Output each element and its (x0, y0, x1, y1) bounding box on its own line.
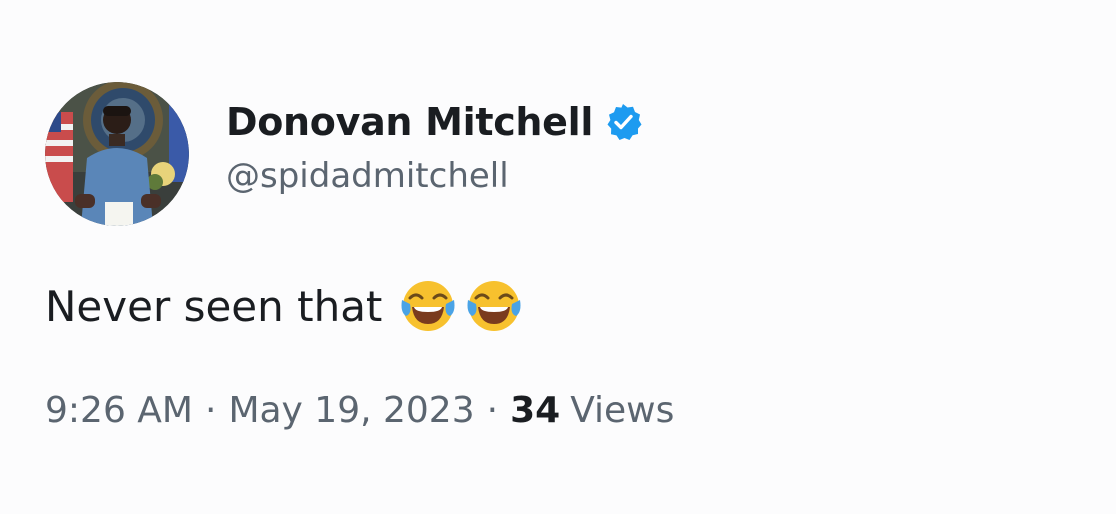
avatar[interactable] (45, 82, 189, 226)
tweet-date[interactable]: May 19, 2023 (228, 390, 474, 431)
user-handle[interactable]: @spidadmitchell (226, 156, 509, 196)
tweet-meta: 9:26 AM · May 19, 2023 · 34 Views (45, 390, 674, 431)
meta-separator: · (204, 390, 217, 431)
face-with-tears-of-joy-icon (398, 276, 458, 336)
tweet-card: Donovan Mitchell @spidadmitchell Never s… (0, 0, 1116, 514)
verified-badge-icon (603, 102, 643, 142)
author-name-row: Donovan Mitchell (226, 96, 643, 148)
views-label: Views (570, 390, 675, 431)
views-count: 34 (510, 390, 561, 431)
tweet-body: Never seen that (45, 276, 524, 336)
meta-separator: · (486, 390, 499, 431)
tweet-text: Never seen that (45, 281, 383, 331)
tweet-time[interactable]: 9:26 AM (45, 390, 193, 431)
avatar-photo (45, 82, 189, 226)
display-name[interactable]: Donovan Mitchell (226, 100, 593, 144)
face-with-tears-of-joy-icon (464, 276, 524, 336)
